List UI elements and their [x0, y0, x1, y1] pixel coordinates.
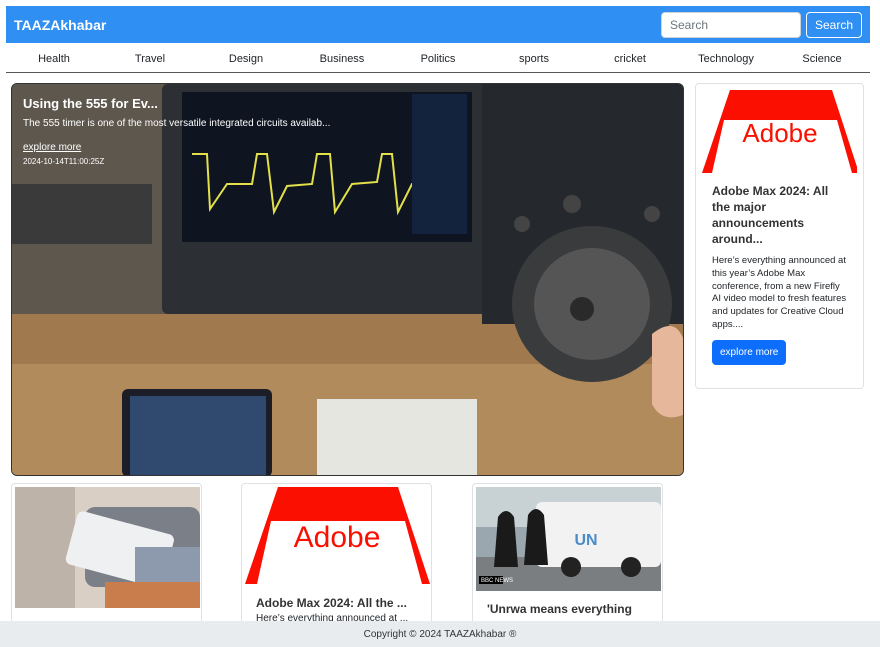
category-business[interactable]: Business — [294, 53, 390, 65]
van-un-text: UN — [574, 532, 597, 549]
brand-logo[interactable]: TAAZAkhabar — [14, 17, 106, 33]
footer-copyright: Copyright © 2024 TAAZAkhabar ® — [363, 628, 517, 640]
adobe-logo-image: Adobe — [702, 90, 857, 173]
navbar: TAAZAkhabar Search — [6, 6, 870, 43]
category-science[interactable]: Science — [774, 53, 870, 65]
printer-photo — [15, 487, 200, 608]
bbc-news-badge: BBC NEWS — [481, 578, 513, 584]
search-button[interactable]: Search — [805, 11, 862, 38]
side-card-explore-button[interactable]: explore more — [712, 339, 787, 365]
news-card-adobe[interactable]: Adobe Adobe Max 2024: All the ... Here’s… — [241, 483, 432, 633]
un-van-photo: UN BBC NEWS — [476, 487, 661, 591]
category-design[interactable]: Design — [198, 53, 294, 65]
card-2-title: Adobe Max 2024: All the ... — [256, 596, 407, 610]
category-health[interactable]: Health — [6, 53, 102, 65]
hero-explore-link[interactable]: explore more — [23, 142, 330, 153]
hero-carousel[interactable]: Using the 555 for Ev... The 555 timer is… — [11, 83, 684, 476]
side-card-title[interactable]: Adobe Max 2024: All the major announceme… — [712, 183, 847, 247]
hero-description: The 555 timer is one of the most versati… — [23, 118, 331, 129]
news-card-unrwa[interactable]: UN BBC NEWS 'Unrwa means everything — [472, 483, 663, 633]
card-2-logo-text: Adobe — [294, 521, 381, 554]
card-3-title: 'Unrwa means everything — [487, 602, 632, 616]
category-travel[interactable]: Travel — [102, 53, 198, 65]
hero-date: 2024-10-14T11:00:25Z — [23, 157, 105, 166]
adobe-logo-image: Adobe — [245, 487, 430, 584]
side-card-description: Here’s everything announced at this year… — [712, 255, 847, 330]
side-card-logo-text: Adobe — [742, 118, 817, 148]
category-bar: Health Travel Design Business Politics s… — [6, 45, 870, 73]
category-sports[interactable]: sports — [486, 53, 582, 65]
category-politics[interactable]: Politics — [390, 53, 486, 65]
hero-title: Using the 555 for Ev... — [23, 96, 158, 111]
category-cricket[interactable]: cricket — [582, 53, 678, 65]
hero-caption: Using the 555 for Ev... The 555 timer is… — [23, 96, 330, 166]
footer: Copyright © 2024 TAAZAkhabar ® — [0, 621, 880, 647]
news-card-printer[interactable] — [11, 483, 202, 633]
search-input[interactable] — [660, 11, 801, 38]
side-news-card: Adobe Adobe Max 2024: All the major anno… — [695, 83, 864, 389]
search-form: Search — [660, 11, 862, 38]
category-technology[interactable]: Technology — [678, 53, 774, 65]
